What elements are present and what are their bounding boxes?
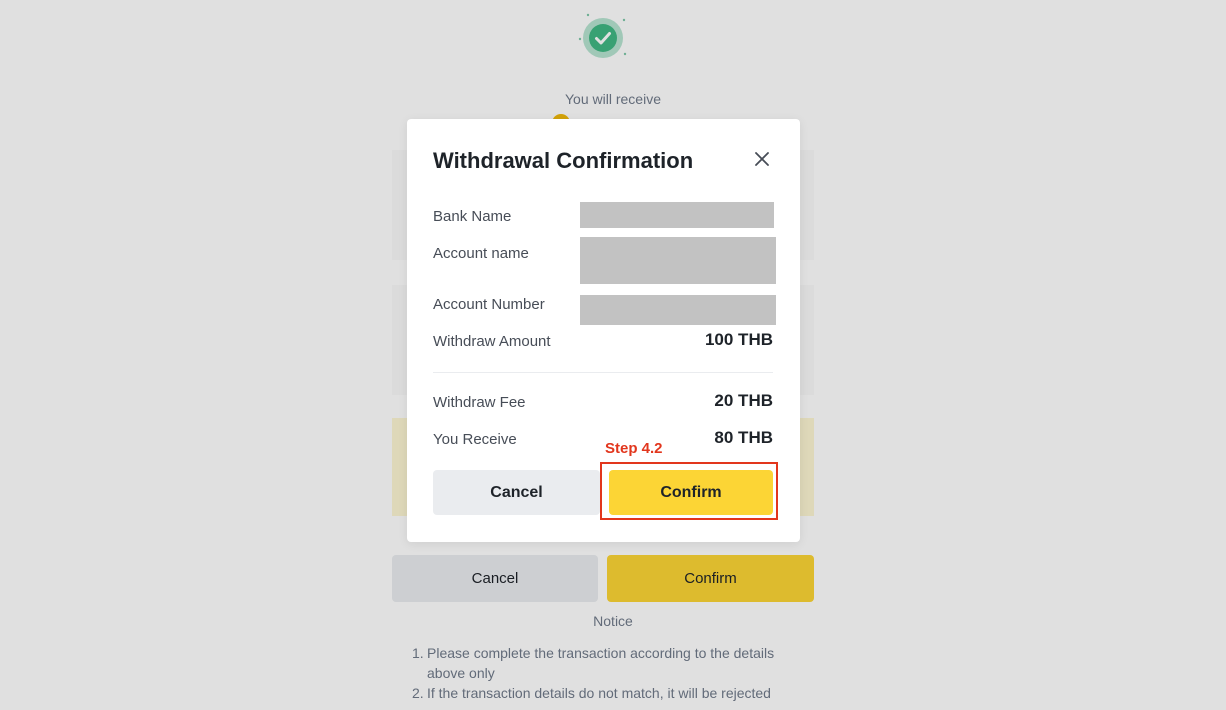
account-number-label: Account Number (433, 296, 545, 313)
withdrawal-confirmation-dialog: Withdrawal Confirmation Bank Name Accoun… (407, 119, 800, 542)
bank-name-label: Bank Name (433, 208, 512, 225)
dialog-cancel-button[interactable]: Cancel (433, 470, 600, 515)
divider (433, 372, 773, 373)
withdrawal-page: You will receive Cancel Confirm Notice 1… (0, 0, 1226, 710)
dialog-title: Withdrawal Confirmation (433, 148, 694, 173)
account-number-redacted (580, 295, 776, 325)
withdraw-amount-value: 100 THB (704, 330, 773, 349)
you-receive-value: 80 THB (714, 428, 773, 447)
close-icon[interactable] (750, 147, 774, 171)
step-highlight-box (600, 462, 778, 520)
withdraw-fee-label: Withdraw Fee (433, 394, 526, 411)
bank-name-redacted (580, 202, 774, 228)
account-name-label: Account name (433, 245, 529, 262)
step-annotation: Step 4.2 (605, 440, 663, 457)
withdraw-fee-value: 20 THB (714, 391, 773, 410)
you-receive-label: You Receive (433, 431, 517, 448)
withdraw-amount-label: Withdraw Amount (433, 333, 551, 350)
account-name-redacted (580, 237, 776, 284)
